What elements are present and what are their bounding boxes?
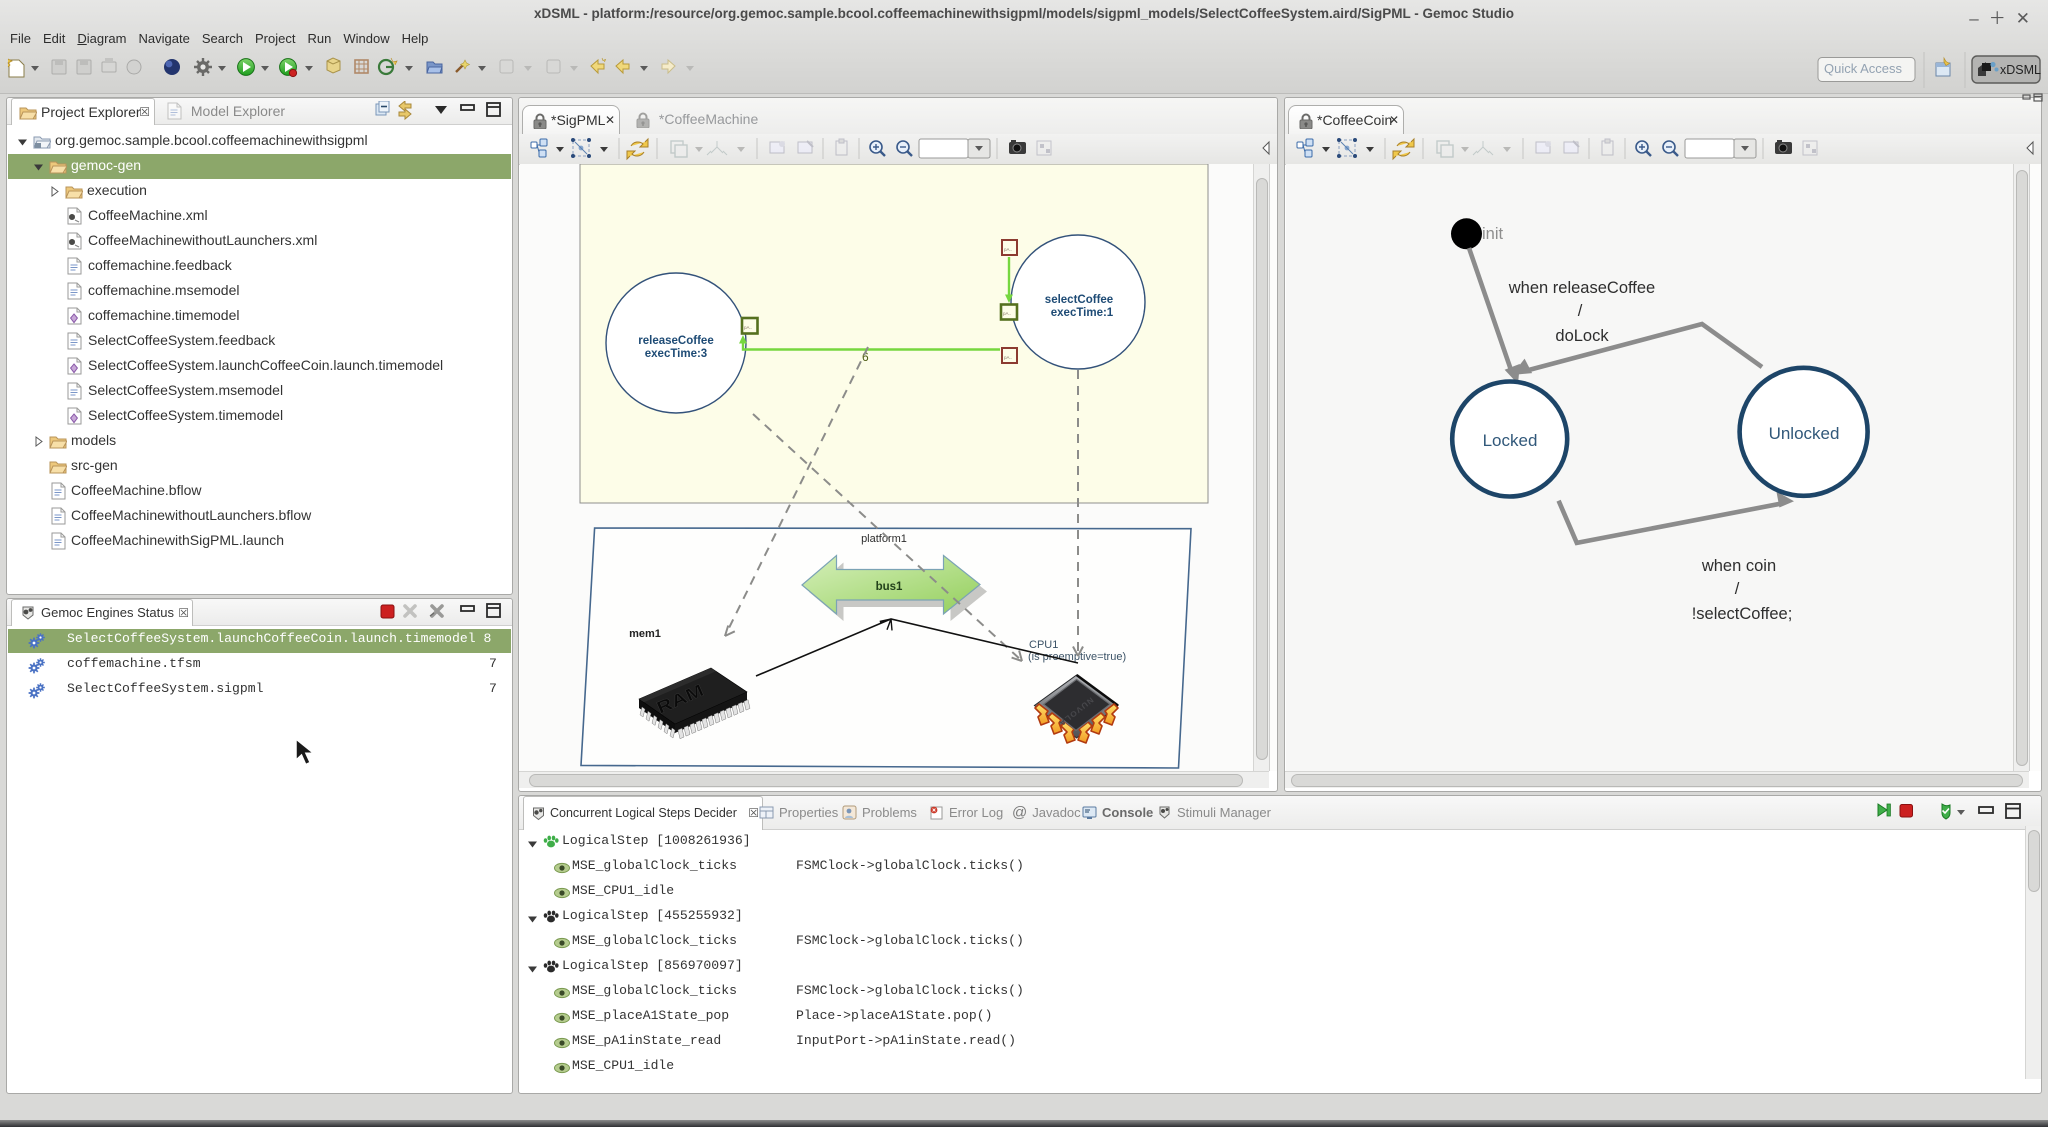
svg-text:pA..: pA.. (744, 325, 752, 330)
svg-text:/: / (1578, 302, 1583, 320)
svg-text:selectCoffee: selectCoffee (1045, 294, 1113, 306)
svg-text:Quick Access: Quick Access (1824, 61, 1903, 76)
svg-text:!selectCoffee;: !selectCoffee; (1692, 605, 1793, 623)
svg-text:bus1: bus1 (876, 581, 903, 593)
svg-text:xDSML: xDSML (2000, 63, 2041, 77)
svg-text:pA..: pA.. (1004, 247, 1012, 252)
svg-text:doLock: doLock (1555, 327, 1609, 345)
svg-text:when coin: when coin (1701, 557, 1776, 575)
svg-text:when releaseCoffee: when releaseCoffee (1508, 279, 1655, 297)
svg-text:pA..: pA.. (1004, 355, 1012, 360)
svg-text:execTime:3: execTime:3 (645, 348, 707, 360)
svg-text:Unlocked: Unlocked (1769, 424, 1840, 443)
svg-text:releaseCoffee: releaseCoffee (638, 335, 713, 347)
svg-text:execTime:1: execTime:1 (1051, 307, 1114, 319)
svg-text:init: init (1482, 225, 1504, 243)
svg-text:CPU1: CPU1 (1029, 639, 1058, 651)
svg-text:pA..: pA.. (1003, 311, 1011, 316)
svg-text:/: / (1735, 580, 1740, 598)
svg-text:Locked: Locked (1483, 431, 1538, 450)
svg-text:mem1: mem1 (629, 628, 661, 640)
